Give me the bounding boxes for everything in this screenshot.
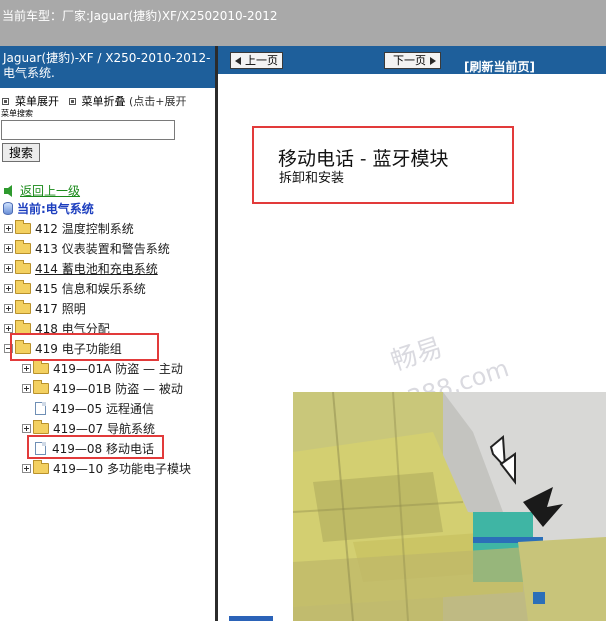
page-nav-bar: 上一页 下一页 [刷新当前页] (218, 46, 606, 74)
tree-item-label: 419—05 远程通信 (52, 401, 154, 416)
component-photo-image (293, 392, 606, 621)
expand-plus-icon[interactable] (22, 463, 31, 473)
component-photo (293, 392, 606, 621)
folder-icon (15, 219, 31, 234)
watermark-text-1: 畅易 (387, 332, 447, 378)
tree-item-label: 419—01A 防盗 — 主动 (53, 361, 183, 376)
expand-plus-icon[interactable] (22, 383, 31, 393)
folder-icon (33, 459, 49, 474)
current-location: 当前:电气系统 (3, 200, 94, 217)
tree-item[interactable]: 415 信息和娱乐系统 (4, 279, 146, 297)
left-panel-title: Jaguar(捷豹)-XF / X250-2010-2012- 电气系统. (0, 46, 215, 88)
document-icon (35, 401, 46, 415)
folder-icon (15, 259, 31, 274)
search-button[interactable]: 搜索 (2, 143, 40, 162)
back-row[interactable]: 返回上一级 (4, 182, 80, 199)
search-label: 菜单搜索 (1, 109, 33, 118)
refresh-page-link[interactable]: [刷新当前页] (464, 58, 535, 75)
back-link[interactable]: 返回上一级 (20, 184, 80, 198)
tree-item[interactable]: 419—01B 防盗 — 被动 (22, 379, 183, 397)
current-label: 当前:电气系统 (17, 202, 94, 216)
vehicle-value: 厂家:Jaguar(捷豹)XF/X2502010-2012 (62, 9, 278, 23)
prev-page-label: 上一页 (245, 54, 278, 67)
tree-item-label: 412 温度控制系统 (35, 221, 134, 236)
arrow-left-icon (235, 57, 241, 65)
tree-item[interactable]: 417 照明 (4, 299, 86, 317)
document-subtitle: 拆卸和安装 (279, 171, 345, 186)
search-input[interactable] (1, 120, 175, 140)
folder-icon (15, 239, 31, 254)
tree-item[interactable]: 419—05 远程通信 (22, 399, 154, 417)
content-panel: 上一页 下一页 [刷新当前页] 移动电话 - 蓝牙模块 拆卸和安装 畅易 c43… (218, 46, 606, 621)
expand-icon[interactable] (2, 98, 9, 105)
expand-plus-icon[interactable] (22, 363, 31, 373)
expand-plus-icon[interactable] (4, 243, 13, 253)
menu-expand-button[interactable]: 菜单展开 (15, 95, 59, 108)
next-page-button[interactable]: 下一页 (384, 52, 441, 69)
prev-page-button[interactable]: 上一页 (230, 52, 283, 69)
menu-controls: 菜单展开 菜单折叠 (点击+展开 (2, 93, 187, 109)
tree-item-label: 413 仪表装置和警告系统 (35, 241, 170, 256)
tree-item-label: 414 蓄电池和充电系统 (35, 261, 158, 276)
top-bar: 当前车型：厂家:Jaguar(捷豹)XF/X2502010-2012 (0, 0, 606, 46)
tree-item[interactable]: 419—01A 防盗 — 主动 (22, 359, 183, 377)
tree-item-label: 419—01B 防盗 — 被动 (53, 381, 183, 396)
vehicle-info: 当前车型：厂家:Jaguar(捷豹)XF/X2502010-2012 (2, 7, 278, 24)
expand-plus-icon[interactable] (4, 283, 13, 293)
folder-icon (33, 359, 49, 374)
expand-plus-icon[interactable] (22, 423, 31, 433)
folder-icon (15, 279, 31, 294)
bottom-tab[interactable] (229, 616, 273, 621)
expand-plus-icon[interactable] (4, 223, 13, 233)
tree-item-label: 419—07 导航系统 (53, 421, 155, 436)
menu-hint: (点击+展开 (129, 95, 187, 108)
tree-item-label: 415 信息和娱乐系统 (35, 281, 146, 296)
expand-plus-icon[interactable] (4, 303, 13, 313)
folder-icon (33, 379, 49, 394)
highlight-box-419-08 (27, 435, 164, 459)
tree-item[interactable]: 414 蓄电池和充电系统 (4, 259, 158, 277)
menu-collapse-button[interactable]: 菜单折叠 (82, 95, 126, 108)
vehicle-label: 当前车型： (2, 9, 63, 23)
expand-plus-icon[interactable] (4, 323, 13, 333)
folder-icon (33, 419, 49, 434)
tree-item-label: 417 照明 (35, 301, 86, 316)
back-arrow-icon[interactable] (4, 185, 12, 197)
tree-item[interactable]: 413 仪表装置和警告系统 (4, 239, 170, 257)
tree-item[interactable]: 412 温度控制系统 (4, 219, 134, 237)
collapse-icon[interactable] (68, 98, 76, 105)
folder-icon (15, 299, 31, 314)
arrow-right-icon (430, 57, 436, 65)
left-nav-panel: Jaguar(捷豹)-XF / X250-2010-2012- 电气系统. 菜单… (0, 46, 215, 621)
database-icon (3, 202, 13, 215)
next-page-label: 下一页 (393, 54, 426, 67)
tree-item[interactable]: 419—10 多功能电子模块 (22, 459, 191, 477)
expand-plus-icon[interactable] (4, 263, 13, 273)
tree-item-label: 419—10 多功能电子模块 (53, 461, 191, 476)
highlight-box-419 (10, 333, 159, 361)
folder-icon (15, 319, 31, 334)
